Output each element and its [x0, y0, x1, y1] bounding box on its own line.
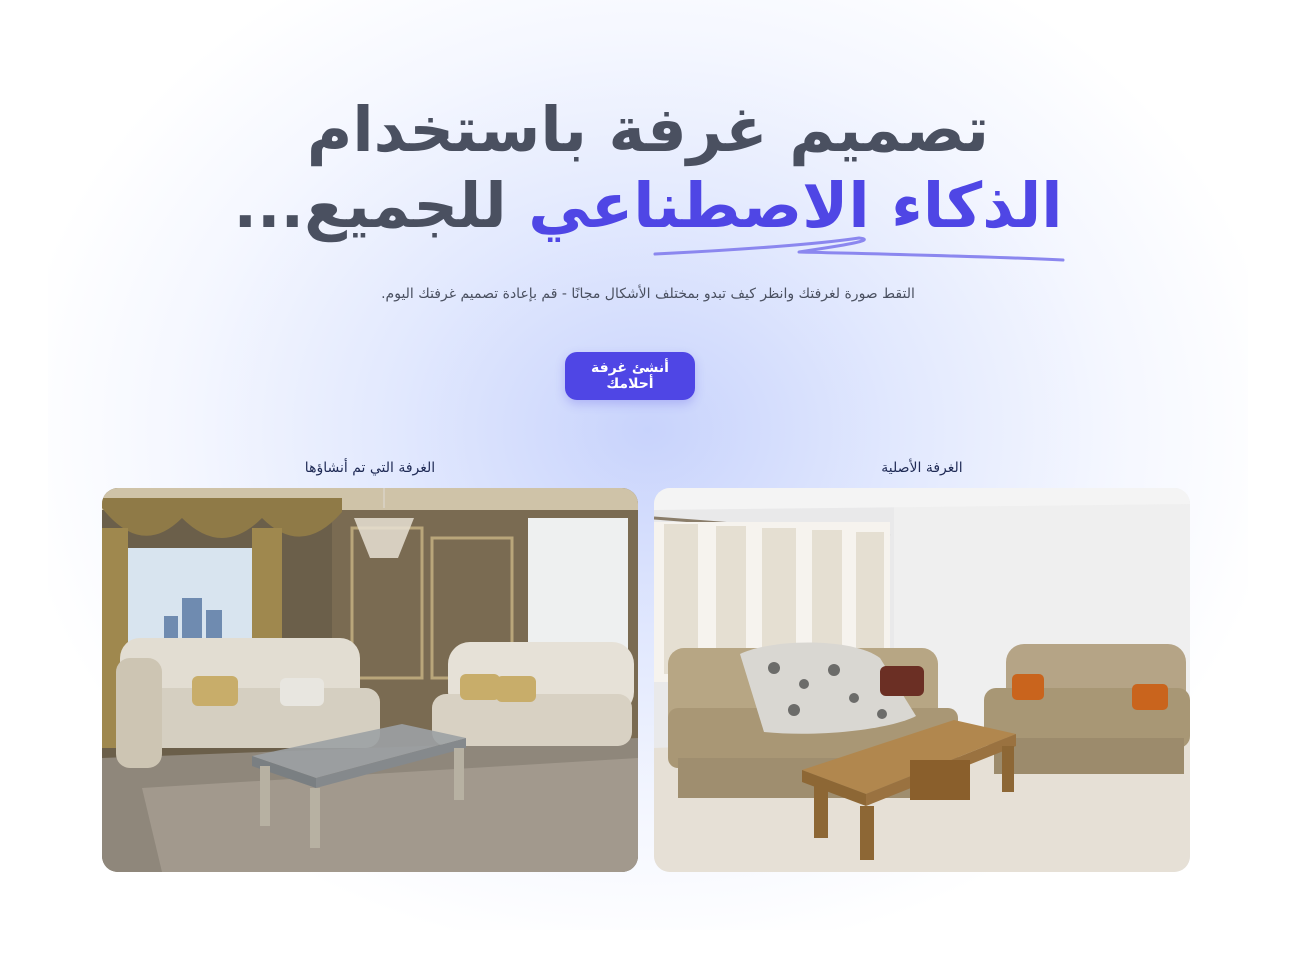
generated-room-image	[102, 488, 638, 872]
title-line-2: الذكاء الاصطناعي للجميع...	[0, 168, 1296, 262]
create-room-button[interactable]: أنشئ غرفة أحلامك	[565, 352, 695, 400]
original-room-label: الغرفة الأصلية	[881, 460, 963, 476]
title-line-1: تصميم غرفة باستخدام	[306, 93, 990, 166]
original-room-image	[654, 488, 1190, 872]
page-title: تصميم غرفة باستخدام الذكاء الاصطناعي للج…	[0, 92, 1296, 262]
title-suffix: للجميع...	[233, 169, 507, 242]
generated-room-panel: الغرفة التي تم أنشاؤها	[102, 456, 638, 872]
hero-subtitle: التقط صورة لغرفتك وانظر كيف تبدو بمختلف …	[381, 286, 915, 302]
original-room-panel: الغرفة الأصلية	[654, 456, 1190, 872]
generated-room-label: الغرفة التي تم أنشاؤها	[304, 460, 436, 476]
scribble-underline-icon	[653, 236, 1065, 262]
title-highlight-text: الذكاء الاصطناعي	[528, 169, 1063, 242]
title-highlight: الذكاء الاصطناعي	[528, 168, 1065, 262]
